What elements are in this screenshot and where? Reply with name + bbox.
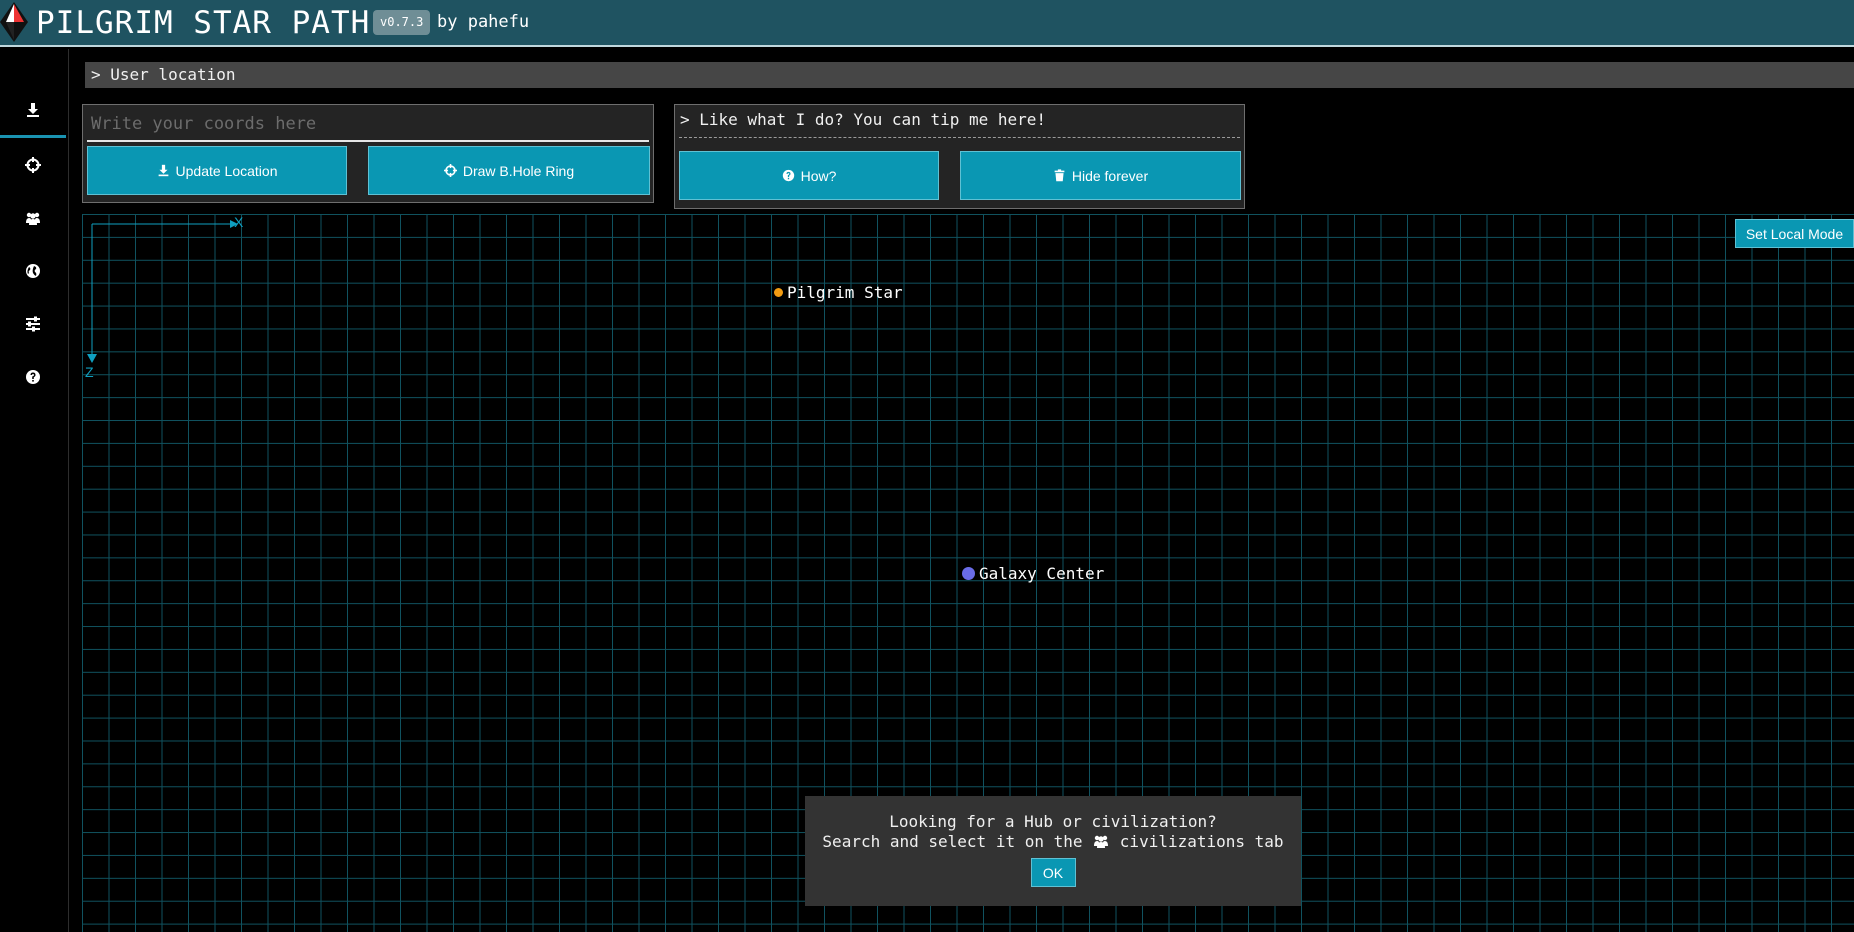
user-location-icon — [27, 103, 39, 117]
update-location-label: Update Location — [175, 162, 278, 179]
globe-icon — [26, 263, 40, 278]
tip-panel: > Like what I do? You can tip me here! H… — [674, 104, 1245, 209]
version-badge: v0.7.3 — [373, 10, 431, 35]
hide-forever-button[interactable]: Hide forever — [960, 151, 1241, 200]
hide-forever-label: Hide forever — [1071, 167, 1149, 184]
toast-line-2-end: civilizations tab — [1119, 832, 1284, 851]
help-icon — [26, 369, 40, 384]
set-local-mode-button[interactable]: Set Local Mode — [1735, 219, 1854, 248]
crosshair-icon — [443, 164, 457, 177]
crosshair-icon — [25, 156, 41, 173]
sidebar-tab-civilizations[interactable] — [0, 191, 66, 244]
help-icon — [782, 169, 794, 182]
draw-ring-label: Draw B.Hole Ring — [462, 162, 575, 179]
galaxy-center-dot — [962, 567, 975, 580]
trash-icon — [1054, 169, 1065, 182]
axis-indicator — [87, 220, 238, 363]
galaxy-center-marker[interactable]: Galaxy Center — [962, 564, 1104, 583]
how-button[interactable]: How? — [679, 151, 939, 200]
app-title: PILGRIM STAR PATH — [36, 5, 371, 41]
users-icon — [26, 212, 40, 225]
toast-line-1: Looking for a Hub or civilization? — [889, 812, 1217, 831]
coords-panel: Update Location Draw B.Hole Ring — [82, 104, 654, 203]
toast-line-2: Search and select it on the civilization… — [805, 832, 1301, 852]
draw-black-hole-ring-button[interactable]: Draw B.Hole Ring — [368, 146, 650, 195]
sidebar-tab-help[interactable] — [0, 350, 66, 403]
galaxy-center-label: Galaxy Center — [979, 564, 1105, 583]
sidebar-tab-settings[interactable] — [0, 297, 66, 350]
pilgrim-star-dot — [774, 288, 783, 297]
users-icon — [1094, 835, 1109, 848]
pilgrim-star-label: Pilgrim Star — [787, 283, 903, 302]
pilgrim-star-marker[interactable]: Pilgrim Star — [774, 283, 903, 302]
sliders-icon — [26, 316, 40, 331]
author-credit: by pahefu — [437, 12, 530, 32]
axis-z-label: Z — [85, 364, 94, 380]
sidebar-tab-galaxy[interactable] — [0, 244, 66, 297]
user-location-heading[interactable]: > User location — [85, 62, 1854, 88]
coords-input[interactable] — [87, 108, 649, 142]
sidebar — [0, 49, 69, 932]
user-location-icon — [158, 164, 168, 177]
sidebar-tab-user-location[interactable] — [0, 85, 66, 138]
app-logo-icon — [0, 2, 28, 42]
sidebar-tab-targets[interactable] — [0, 138, 66, 191]
update-location-button[interactable]: Update Location — [87, 146, 347, 195]
toast-line-2-start: Search and select it on the — [822, 832, 1083, 851]
tip-divider — [679, 137, 1240, 138]
axis-x-label: X — [234, 214, 244, 230]
app-header: PILGRIM STAR PATH v0.7.3 by pahefu — [0, 0, 1854, 47]
toast-ok-button[interactable]: OK — [1030, 858, 1076, 887]
how-label: How? — [800, 167, 837, 184]
civilization-hint-toast: Looking for a Hub or civilization? Searc… — [805, 796, 1301, 906]
tip-message: > Like what I do? You can tip me here! — [680, 110, 1047, 129]
